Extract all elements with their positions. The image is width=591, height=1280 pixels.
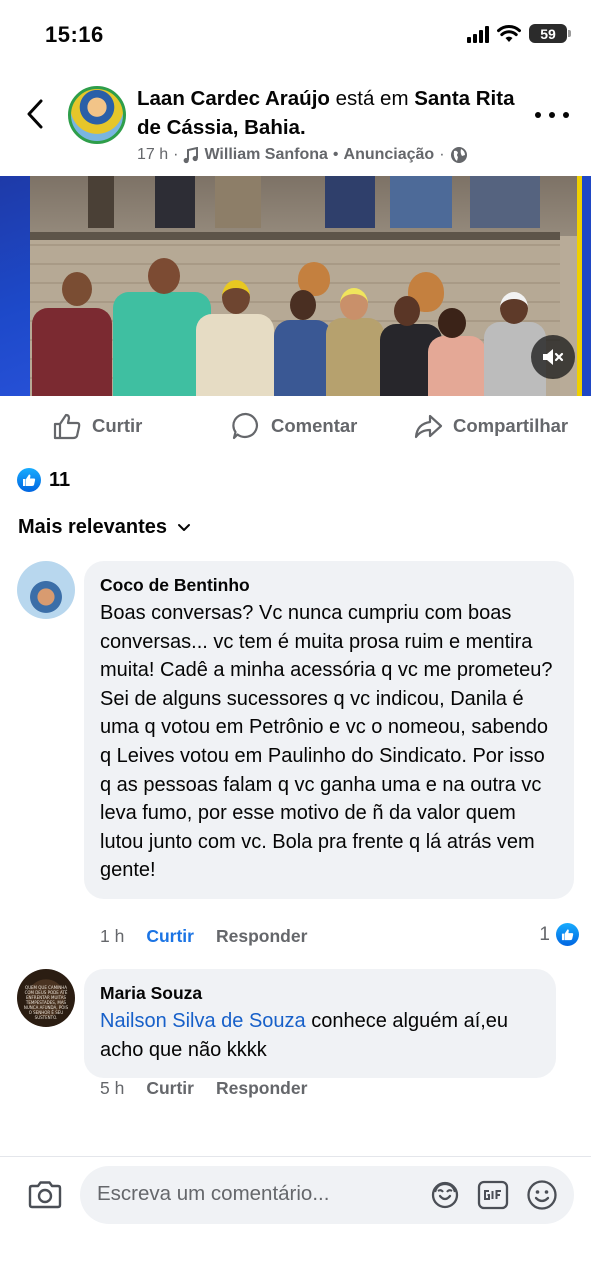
meta-separator: • bbox=[332, 146, 339, 163]
gif-button[interactable] bbox=[476, 1178, 510, 1212]
comment-reply-button[interactable]: Responder bbox=[216, 926, 307, 947]
comment-input[interactable]: Escreva um comentário... bbox=[80, 1166, 574, 1224]
post-header-text: Laan Cardec Araújo está em Santa Rita de… bbox=[137, 84, 517, 164]
emoji-button[interactable] bbox=[525, 1178, 559, 1212]
music-note-icon bbox=[184, 146, 199, 163]
chevron-down-icon bbox=[177, 523, 190, 531]
post-actions: Curtir Comentar Compartilhar bbox=[0, 405, 591, 447]
comment-reply-button[interactable]: Responder bbox=[216, 1078, 307, 1099]
comment-input-placeholder: Escreva um comentário... bbox=[97, 1182, 330, 1205]
battery-icon: 59 bbox=[529, 24, 571, 43]
comment-label: Comentar bbox=[271, 415, 358, 436]
comment-meta: 5 h Curtir Responder bbox=[100, 1078, 307, 1099]
smiley-icon bbox=[527, 1180, 557, 1210]
globe-icon bbox=[450, 147, 467, 163]
share-arrow-icon bbox=[414, 414, 443, 439]
post-time[interactable]: 17 h bbox=[137, 146, 168, 164]
cellular-signal-icon bbox=[467, 25, 489, 43]
commenter-name[interactable]: Maria Souza bbox=[100, 981, 540, 1005]
battery-level: 59 bbox=[540, 25, 556, 42]
reaction-count: 11 bbox=[49, 468, 71, 491]
gif-icon bbox=[477, 1180, 509, 1210]
comment-button[interactable]: Comentar bbox=[231, 405, 357, 447]
like-button[interactable]: Curtir bbox=[52, 405, 142, 447]
mention-link[interactable]: Nailson Silva de Souza bbox=[100, 1010, 306, 1032]
post-header: Laan Cardec Araújo está em Santa Rita de… bbox=[0, 80, 591, 176]
meta-separator: · bbox=[173, 146, 179, 163]
more-options-button[interactable] bbox=[535, 108, 569, 122]
like-label: Curtir bbox=[92, 415, 143, 436]
author-avatar[interactable] bbox=[68, 86, 126, 144]
chevron-left-icon bbox=[27, 99, 43, 129]
comment-like-button[interactable]: Curtir bbox=[146, 1078, 194, 1099]
wifi-icon bbox=[497, 24, 521, 42]
comment-text: Boas conversas? Vc nunca cumpriu com boa… bbox=[100, 602, 553, 882]
like-reaction-icon bbox=[17, 468, 41, 492]
thumbs-up-icon bbox=[53, 413, 81, 440]
reactions-summary[interactable]: 11 bbox=[17, 468, 70, 492]
share-button[interactable]: Compartilhar bbox=[413, 405, 568, 447]
status-bar: 15:16 59 bbox=[0, 0, 591, 70]
commenter-name[interactable]: Coco de Bentinho bbox=[100, 573, 558, 597]
comment-bubble[interactable]: Maria Souza Nailson Silva de Souza conhe… bbox=[84, 969, 556, 1079]
post-photo[interactable] bbox=[0, 176, 591, 396]
avatar-sticker-button[interactable] bbox=[428, 1178, 462, 1212]
share-label: Compartilhar bbox=[453, 415, 569, 436]
comment-text: Nailson Silva de Souza conhece alguém aí… bbox=[100, 1007, 540, 1064]
mute-button[interactable] bbox=[531, 335, 575, 379]
music-artist[interactable]: William Sanfona bbox=[204, 146, 327, 164]
music-title[interactable]: Anunciação bbox=[344, 146, 435, 164]
comment-composer: Escreva um comentário... bbox=[0, 1158, 591, 1280]
back-button[interactable] bbox=[18, 94, 52, 134]
comment-like-number: 1 bbox=[539, 923, 550, 945]
like-reaction-icon bbox=[556, 923, 579, 946]
composer-divider bbox=[0, 1156, 591, 1157]
avatar-quote-text: QUEM QUE CAMINHA COM DEUS PODE ATÉ ENFRE… bbox=[23, 985, 69, 1020]
comment-time: 5 h bbox=[100, 1078, 125, 1098]
avatar-sticker-icon bbox=[431, 1181, 459, 1209]
comment-bubble-icon bbox=[232, 412, 258, 440]
comment-meta: 1 h Curtir Responder bbox=[100, 926, 307, 947]
comment-time: 1 h bbox=[100, 926, 125, 946]
status-time: 15:16 bbox=[45, 22, 104, 47]
status-icons: 59 bbox=[467, 24, 571, 43]
connector-text: está em bbox=[329, 87, 415, 110]
post-meta: 17 h · William Sanfona • Anunciação · bbox=[137, 146, 517, 164]
comment-bubble[interactable]: Coco de Bentinho Boas conversas? Vc nunc… bbox=[84, 561, 574, 899]
speaker-muted-icon bbox=[543, 349, 564, 365]
comment-sort-dropdown[interactable]: Mais relevantes bbox=[18, 516, 191, 539]
author-name[interactable]: Laan Cardec Araújo bbox=[137, 87, 330, 110]
commenter-avatar[interactable]: QUEM QUE CAMINHA COM DEUS PODE ATÉ ENFRE… bbox=[17, 969, 75, 1027]
comment-like-count[interactable]: 1 bbox=[539, 923, 579, 946]
meta-separator: · bbox=[439, 146, 445, 163]
camera-button[interactable] bbox=[27, 1180, 65, 1212]
post-title-line: Laan Cardec Araújo está em Santa Rita de… bbox=[137, 84, 517, 142]
comment-like-button[interactable]: Curtir bbox=[146, 926, 194, 947]
camera-icon bbox=[28, 1181, 62, 1209]
sort-label: Mais relevantes bbox=[18, 516, 167, 538]
commenter-avatar[interactable] bbox=[17, 561, 75, 619]
